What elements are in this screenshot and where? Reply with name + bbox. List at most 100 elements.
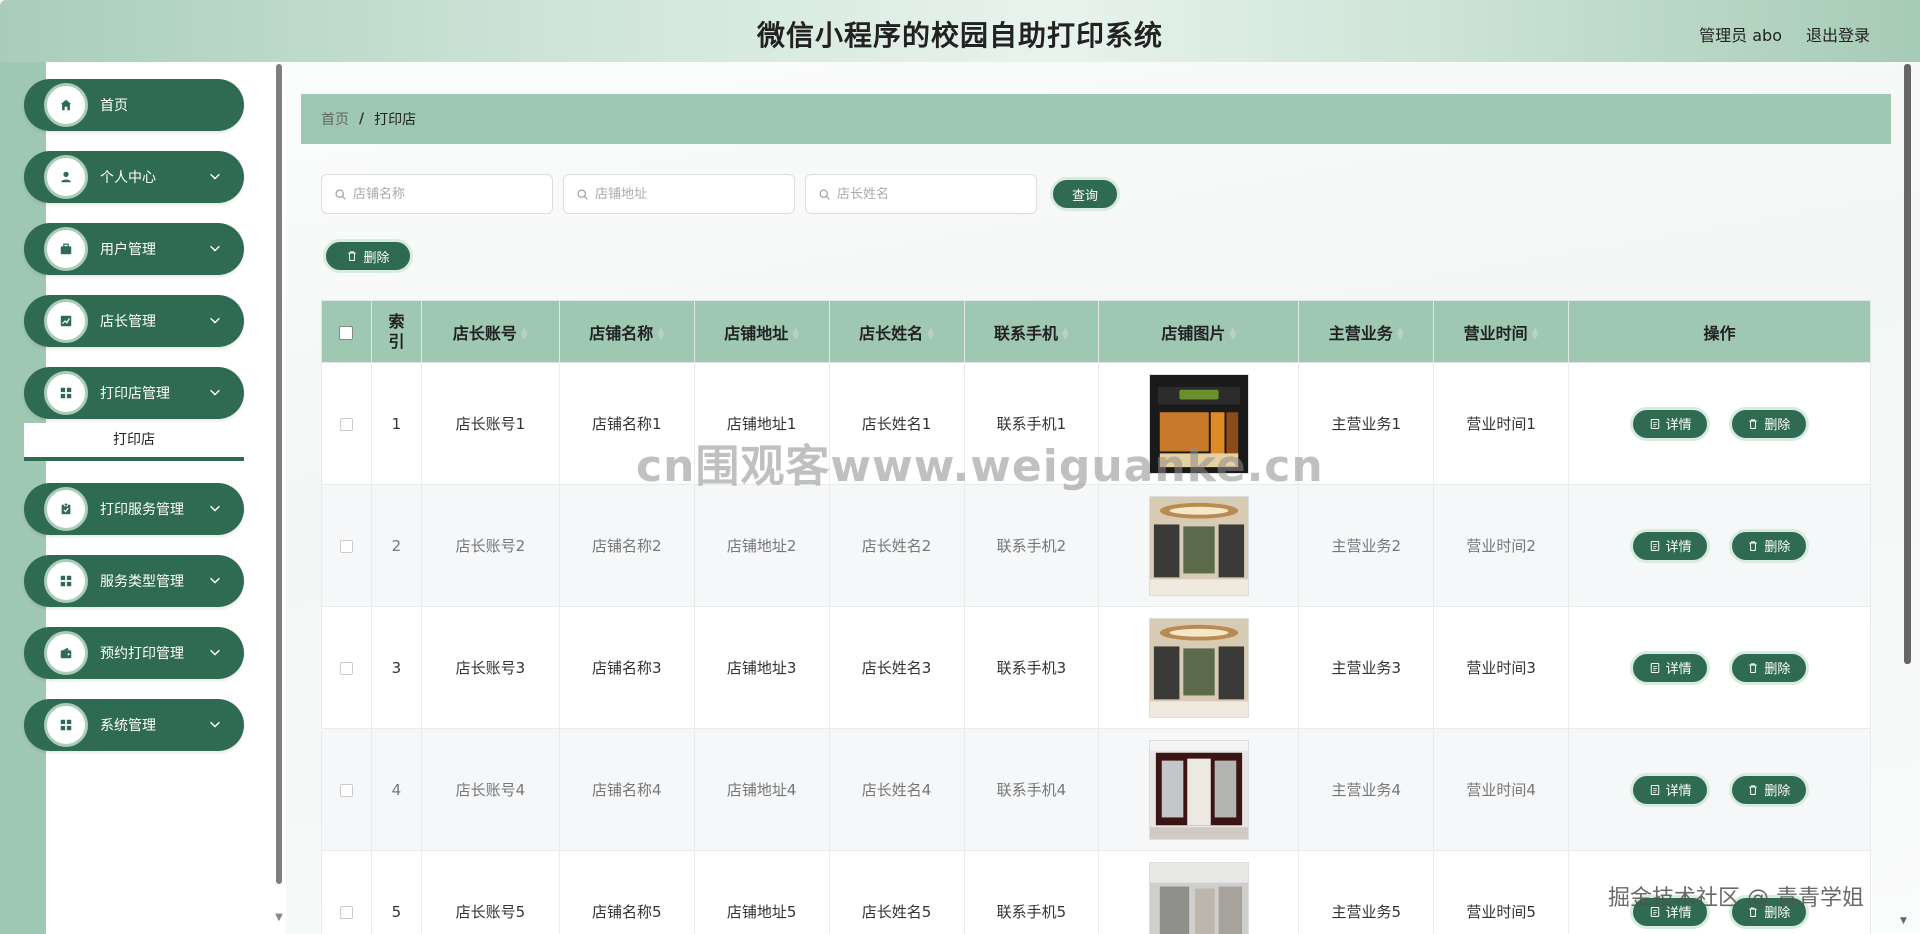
column-header-business[interactable]: 主营业务 ▲ ▼ <box>1298 300 1435 363</box>
sidebar-item-reservation-print-management[interactable]: 预约打印管理 <box>24 627 244 679</box>
phone-cell: 联系手机5 <box>963 850 1100 934</box>
shop-name-cell: 店铺名称2 <box>558 484 695 607</box>
actions-cell: 详情 删除 <box>1568 728 1871 851</box>
main-scroll-down-icon[interactable]: ▼ <box>1900 916 1907 926</box>
shop-address-input[interactable] <box>595 186 785 202</box>
query-button[interactable]: 查询 <box>1050 177 1120 211</box>
detail-button[interactable]: 详情 <box>1630 528 1711 563</box>
manager-name-cell: 店长姓名5 <box>828 850 965 934</box>
business-cell: 主营业务4 <box>1298 728 1435 851</box>
delete-button[interactable]: 删除 <box>1728 528 1809 563</box>
document-icon <box>1650 540 1659 551</box>
row-checkbox[interactable] <box>339 783 353 797</box>
delete-button[interactable]: 删除 <box>1728 406 1809 441</box>
sidebar-item-print-service-management[interactable]: 打印服务管理 <box>24 483 244 535</box>
select-all-header <box>321 300 372 363</box>
sort-icon[interactable]: ▲ ▼ <box>1532 327 1539 342</box>
detail-button[interactable]: 详情 <box>1630 406 1711 441</box>
row-checkbox[interactable] <box>339 661 353 675</box>
sidebar-scroll-down-icon[interactable]: ▼ <box>274 912 284 923</box>
breadcrumb-home-link[interactable]: 首页 <box>321 109 349 129</box>
grid-icon <box>44 559 88 603</box>
column-header-shop-address[interactable]: 店铺地址 ▲ ▼ <box>693 300 830 363</box>
manager-name-search-field[interactable] <box>805 174 1037 214</box>
sort-icon[interactable]: ▲ ▼ <box>521 327 528 342</box>
sort-icon[interactable]: ▲ ▼ <box>1229 327 1236 342</box>
document-icon <box>1650 784 1659 795</box>
chevron-down-icon <box>210 721 220 728</box>
sort-icon[interactable]: ▲ ▼ <box>1062 327 1069 342</box>
batch-delete-button[interactable]: 删除 <box>323 239 413 273</box>
sidebar-item-personal-center[interactable]: 个人中心 <box>24 151 244 203</box>
shop-name-search-field[interactable] <box>321 174 553 214</box>
detail-button[interactable]: 详情 <box>1630 772 1711 807</box>
print-shop-table: 索引 店长账号 ▲ ▼ 店铺名称 ▲ ▼ 店铺地址 ▲ ▼ 店长姓名 ▲ ▼ 联系手机 ▲ ▼ 店铺… <box>321 300 1871 934</box>
chevron-down-icon <box>210 649 220 656</box>
sidebar-item-label: 打印服务管理 <box>100 502 184 518</box>
manager-name-cell: 店长姓名2 <box>828 484 965 607</box>
sort-icon[interactable]: ▲ ▼ <box>927 327 934 342</box>
shop-image[interactable] <box>1148 495 1249 596</box>
row-select-cell <box>321 362 372 485</box>
column-header-hours[interactable]: 营业时间 ▲ ▼ <box>1433 300 1570 363</box>
shop-image-cell <box>1098 606 1300 729</box>
chevron-down-icon <box>210 245 220 252</box>
shop-image[interactable] <box>1148 861 1249 934</box>
manager-name-input[interactable] <box>837 186 1027 202</box>
select-all-checkbox[interactable] <box>339 325 354 340</box>
shop-image-cell <box>1098 484 1300 607</box>
grid-icon <box>44 703 88 747</box>
column-header-phone[interactable]: 联系手机 ▲ ▼ <box>963 300 1100 363</box>
delete-button[interactable]: 删除 <box>1728 772 1809 807</box>
business-cell: 主营业务5 <box>1298 850 1435 934</box>
chevron-down-icon <box>210 505 220 512</box>
shop-image-cell <box>1098 728 1300 851</box>
sidebar-item-label: 个人中心 <box>100 170 156 186</box>
phone-cell: 联系手机3 <box>963 606 1100 729</box>
sidebar-scrollbar[interactable] <box>276 64 282 884</box>
index-cell: 4 <box>370 728 422 851</box>
wallet-icon <box>44 631 88 675</box>
document-icon <box>1650 418 1659 429</box>
sidebar-item-service-type-management[interactable]: 服务类型管理 <box>24 555 244 607</box>
trash-icon <box>1749 540 1758 551</box>
row-checkbox[interactable] <box>339 417 353 431</box>
attribution-text: 掘金技术社区 @ 青青学姐 <box>1608 886 1864 911</box>
column-header-actions: 操作 <box>1568 300 1871 363</box>
user-icon <box>44 155 88 199</box>
account-cell: 店长账号1 <box>420 362 560 485</box>
admin-user-label[interactable]: 管理员 abo <box>1699 22 1782 46</box>
detail-button[interactable]: 详情 <box>1630 650 1711 685</box>
account-cell: 店长账号3 <box>420 606 560 729</box>
shop-address-search-field[interactable] <box>563 174 795 214</box>
shop-image[interactable] <box>1148 617 1249 718</box>
sort-icon[interactable]: ▲ ▼ <box>657 327 664 342</box>
sidebar-item-system-management[interactable]: 系统管理 <box>24 699 244 751</box>
index-cell: 2 <box>370 484 422 607</box>
shop-name-cell: 店铺名称3 <box>558 606 695 729</box>
column-header-account[interactable]: 店长账号 ▲ ▼ <box>420 300 560 363</box>
shop-name-input[interactable] <box>353 186 543 202</box>
column-header-shop-image[interactable]: 店铺图片 ▲ ▼ <box>1098 300 1300 363</box>
watermark-text: cn围观客www.weiguanke.cn <box>636 441 1324 492</box>
sidebar-item-home[interactable]: 首页 <box>24 79 244 131</box>
sidebar-subitem-print-shop[interactable]: 打印店 <box>24 423 244 461</box>
sidebar-item-manager-management[interactable]: 店长管理 <box>24 295 244 347</box>
delete-button[interactable]: 删除 <box>1728 650 1809 685</box>
sidebar-item-user-management[interactable]: 用户管理 <box>24 223 244 275</box>
column-header-shop-name[interactable]: 店铺名称 ▲ ▼ <box>558 300 695 363</box>
hours-cell: 营业时间1 <box>1433 362 1570 485</box>
search-icon <box>819 188 830 200</box>
row-select-cell <box>321 606 372 729</box>
chart-icon <box>44 299 88 343</box>
shop-image[interactable] <box>1148 739 1249 840</box>
logout-link[interactable]: 退出登录 <box>1806 22 1870 46</box>
row-select-cell <box>321 728 372 851</box>
sort-icon[interactable]: ▲ ▼ <box>1397 327 1404 342</box>
main-scrollbar[interactable] <box>1904 64 1911 664</box>
row-checkbox[interactable] <box>339 905 353 919</box>
row-checkbox[interactable] <box>339 539 353 553</box>
column-header-manager-name[interactable]: 店长姓名 ▲ ▼ <box>828 300 965 363</box>
sort-icon[interactable]: ▲ ▼ <box>792 327 799 342</box>
sidebar-item-print-shop-management[interactable]: 打印店管理 <box>24 367 244 419</box>
